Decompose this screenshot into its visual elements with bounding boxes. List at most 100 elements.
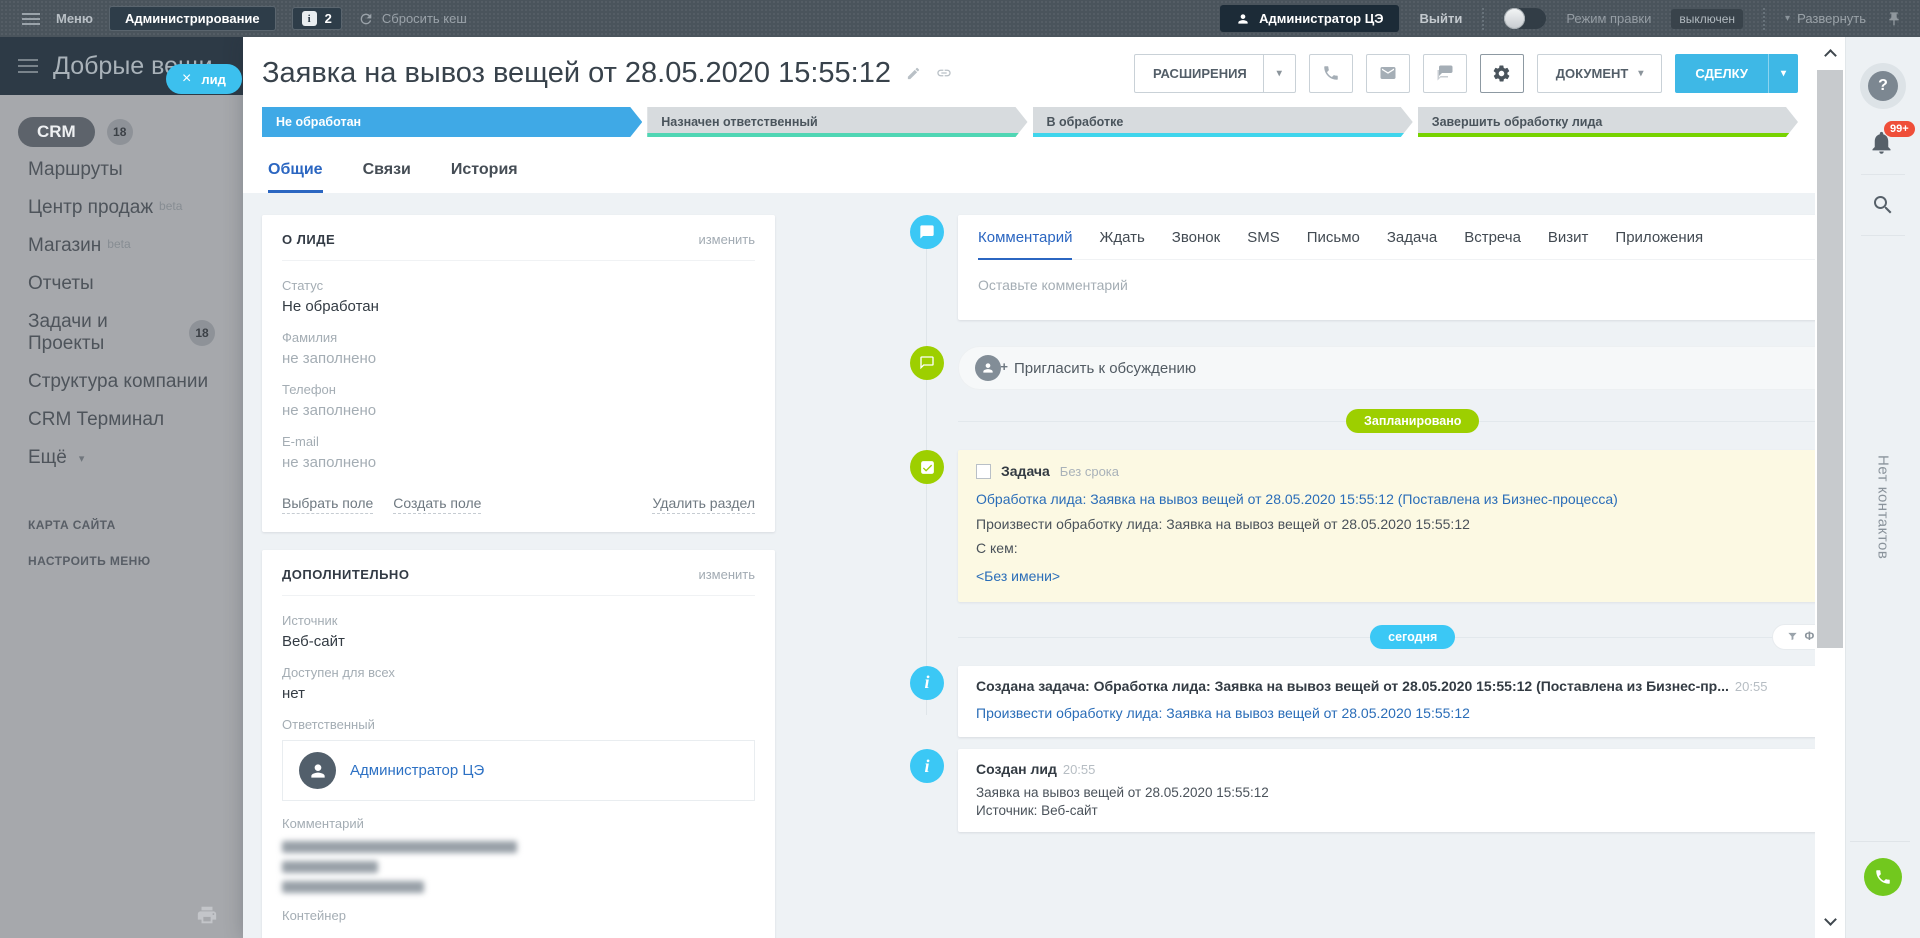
help-button[interactable]: ?	[1860, 63, 1906, 109]
printer-icon[interactable]	[196, 904, 218, 926]
scrollbar-thumb[interactable]	[1817, 70, 1843, 648]
timeline-entry-lead-created: i Создан лид20:55 Заявка на вывоз вещей …	[910, 749, 1815, 832]
slider-close-button[interactable]: × лид	[166, 64, 242, 94]
settings-button[interactable]	[1480, 54, 1524, 93]
task-checkbox[interactable]	[976, 464, 991, 479]
stage-in-progress[interactable]: В обработке	[1033, 107, 1413, 137]
field-label: Статус	[282, 278, 755, 293]
logout-link[interactable]: Выйти	[1419, 11, 1462, 26]
tab-apps[interactable]: Приложения	[1615, 229, 1703, 260]
edit-section-link[interactable]: изменить	[698, 567, 755, 582]
slider-scrollbar[interactable]	[1815, 37, 1845, 938]
tab-task[interactable]: Задача	[1387, 229, 1437, 260]
entry-task-link[interactable]: Произвести обработку лида: Заявка на выв…	[976, 703, 1767, 723]
tab-comment[interactable]: Комментарий	[978, 229, 1072, 260]
field-label: Фамилия	[282, 330, 755, 345]
edit-mode-state: выключен	[1671, 9, 1743, 29]
tab-relations[interactable]: Связи	[363, 161, 411, 193]
field-value-status[interactable]: Не обработан	[282, 298, 755, 315]
configure-menu-link[interactable]: НАСТРОИТЬ МЕНЮ	[0, 543, 243, 579]
plus-icon: +	[1000, 359, 1008, 374]
responsible-user-link[interactable]: Администратор ЦЭ	[350, 762, 484, 779]
invite-to-discussion-button[interactable]: + Пригласить к обсуждению	[958, 346, 1815, 390]
call-button[interactable]	[1309, 54, 1353, 93]
funnel-icon	[1787, 631, 1798, 642]
comment-input[interactable]: Оставьте комментарий	[978, 260, 1815, 320]
current-user-button[interactable]: Администратор ЦЭ	[1220, 5, 1399, 32]
sidebar-item-tasks[interactable]: Задачи и Проекты18	[0, 303, 243, 363]
menu-icon[interactable]	[22, 13, 40, 25]
info-counter-button[interactable]: i 2	[292, 7, 342, 30]
sidebar-item-crm[interactable]: CRM 18	[18, 117, 227, 147]
field-label: Телефон	[282, 382, 755, 397]
tab-visit[interactable]: Визит	[1548, 229, 1589, 260]
tab-sms[interactable]: SMS	[1247, 229, 1280, 260]
question-icon: ?	[1868, 71, 1898, 101]
task-title-link[interactable]: Обработка лида: Заявка на вывоз вещей от…	[976, 489, 1815, 509]
field-label: Источник	[282, 613, 755, 628]
task-description: Произвести обработку лида: Заявка на выв…	[976, 514, 1815, 534]
chevron-down-icon: ▾	[1781, 68, 1786, 79]
menu-label[interactable]: Меню	[56, 11, 93, 26]
filter-button[interactable]: ФИЛЬТР	[1772, 624, 1816, 650]
tab-general[interactable]: Общие	[268, 161, 323, 193]
sidebar-item-routes[interactable]: Маршруты	[0, 151, 243, 189]
edit-pencil-icon[interactable]	[906, 66, 921, 81]
edit-section-link[interactable]: изменить	[698, 232, 755, 247]
sidebar-item-shop[interactable]: Магазинbeta	[0, 227, 243, 265]
entry-card: Создана задача: Обработка лида: Заявка н…	[958, 666, 1815, 737]
search-button[interactable]	[1871, 193, 1895, 217]
divider	[1861, 174, 1905, 175]
today-badge: сегодня	[1370, 625, 1455, 649]
scroll-down-icon[interactable]	[1824, 913, 1837, 926]
tab-meeting[interactable]: Встреча	[1464, 229, 1521, 260]
field-label: Контейнер	[282, 908, 755, 923]
tab-letter[interactable]: Письмо	[1307, 229, 1360, 260]
crm-counter-badge: 18	[107, 119, 133, 145]
divider	[1861, 235, 1905, 236]
extensions-button[interactable]: РАСШИРЕНИЯ ▾	[1134, 54, 1296, 93]
stage-finish-processing[interactable]: Завершить обработку лида	[1418, 107, 1798, 137]
scroll-up-icon[interactable]	[1824, 49, 1837, 62]
delete-section-link[interactable]: Удалить раздел	[652, 495, 755, 514]
sidebar-item-crm-terminal[interactable]: CRM Терминал	[0, 401, 243, 439]
reset-cache-button[interactable]: Сбросить кеш	[358, 11, 467, 27]
notifications-button[interactable]: 99+	[1868, 129, 1898, 156]
tab-call[interactable]: Звонок	[1172, 229, 1220, 260]
edit-mode-toggle[interactable]	[1504, 8, 1546, 29]
expand-button[interactable]: ▾ Развернуть	[1785, 11, 1866, 26]
sitemap-link[interactable]: КАРТА САЙТА	[0, 507, 243, 543]
comment-bubble-icon	[910, 215, 944, 249]
sidebar-item-reports[interactable]: Отчеты	[0, 265, 243, 303]
no-contacts-label: Нет контактов	[1875, 455, 1892, 559]
pin-icon[interactable]	[1886, 11, 1902, 27]
field-value-available[interactable]: нет	[282, 685, 755, 702]
tab-history[interactable]: История	[451, 161, 518, 193]
tab-wait[interactable]: Ждать	[1099, 229, 1144, 260]
field-value-source[interactable]: Веб-сайт	[282, 633, 755, 650]
entry-title: Создан лид20:55	[976, 761, 1767, 777]
chat-button[interactable]	[1423, 54, 1467, 93]
sidebar-menu-icon[interactable]	[18, 59, 38, 73]
stage-responsible-assigned[interactable]: Назначен ответственный	[647, 107, 1027, 137]
field-value-email[interactable]: не заполнено	[282, 454, 755, 471]
create-field-link[interactable]: Создать поле	[393, 495, 481, 514]
crm-pill[interactable]: CRM	[18, 117, 95, 147]
refresh-icon	[358, 11, 374, 27]
stage-not-processed[interactable]: Не обработан	[262, 107, 642, 137]
telephony-button[interactable]	[1864, 858, 1902, 896]
copy-link-icon[interactable]	[936, 65, 952, 81]
create-deal-button[interactable]: СДЕЛКУ ▾	[1675, 54, 1798, 93]
document-button[interactable]: ДОКУМЕНТ ▾	[1537, 54, 1663, 93]
select-field-link[interactable]: Выбрать поле	[282, 495, 373, 514]
sidebar-item-company-structure[interactable]: Структура компании	[0, 363, 243, 401]
task-type-label: Задача	[1001, 463, 1050, 479]
field-value-lastname[interactable]: не заполнено	[282, 350, 755, 367]
administration-button[interactable]: Администрирование	[109, 6, 276, 31]
info-icon: i	[910, 666, 944, 700]
field-value-phone[interactable]: не заполнено	[282, 402, 755, 419]
email-button[interactable]	[1366, 54, 1410, 93]
task-with-link[interactable]: <Без имени>	[976, 566, 1815, 586]
sidebar-item-sales-center[interactable]: Центр продажbeta	[0, 189, 243, 227]
sidebar-item-more[interactable]: Ещё▾	[0, 439, 243, 477]
